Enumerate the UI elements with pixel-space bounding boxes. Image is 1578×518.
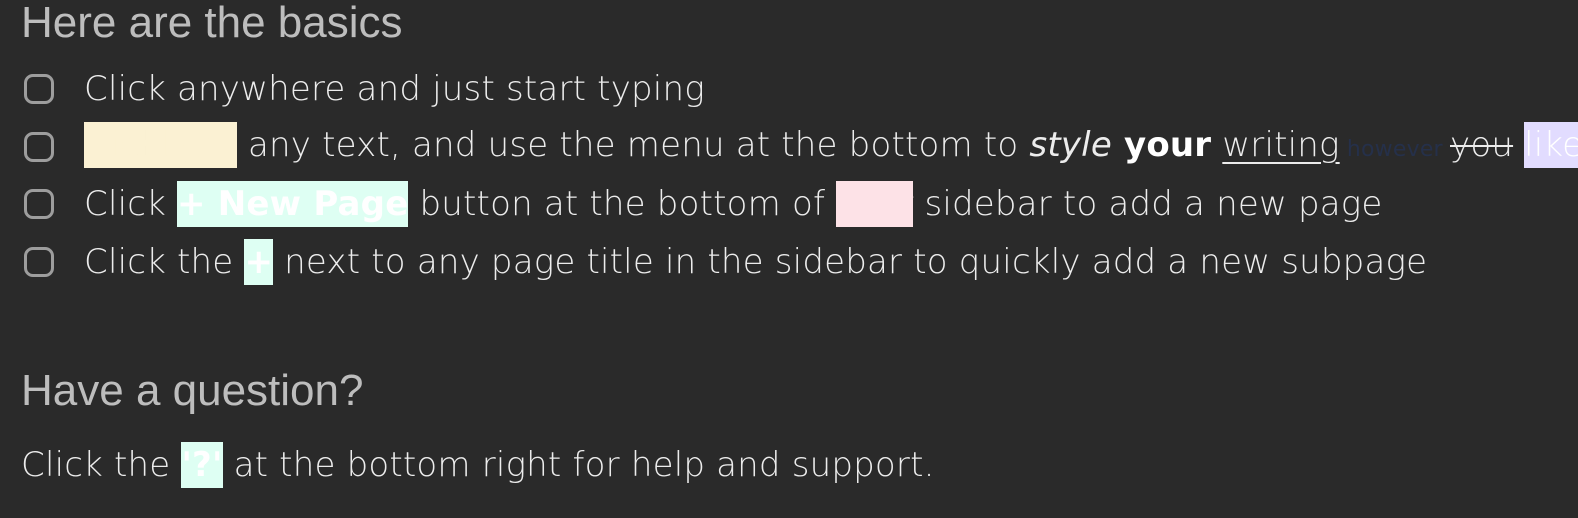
yellow-highlight: Highlight bbox=[84, 121, 237, 168]
todo-text[interactable]: Click + New Page button at the bottom of… bbox=[84, 180, 1383, 228]
basics-heading: Here are the basics bbox=[21, 0, 403, 47]
todo-text-space bbox=[1211, 125, 1222, 165]
todo-item: Click anywhere and just start typing bbox=[24, 65, 705, 113]
todo-checkbox[interactable] bbox=[24, 247, 54, 277]
todo-text[interactable]: Highlight any text, and use the menu at … bbox=[84, 121, 1578, 174]
question-heading: Have a question? bbox=[21, 366, 364, 415]
todo-text-segment: Click bbox=[84, 184, 178, 224]
todo-item: Click the + next to any page title in th… bbox=[24, 238, 1427, 286]
pink-highlight: your bbox=[836, 181, 914, 227]
underlined-text: writing bbox=[1222, 124, 1340, 165]
help-text-segment: at the bottom right for help and support… bbox=[222, 445, 935, 485]
todo-text-segment: sidebar to add a new page bbox=[913, 184, 1383, 224]
todo-checkbox[interactable] bbox=[24, 74, 54, 104]
add-subpage-button-reference: + bbox=[244, 239, 274, 285]
todo-text-space bbox=[1513, 125, 1524, 165]
strikethrough-text: you bbox=[1450, 124, 1514, 165]
todo-text-segment: any text, and use the menu at the bottom… bbox=[236, 124, 1030, 165]
todo-item: Click + New Page button at the bottom of… bbox=[24, 180, 1383, 228]
bold-text: your bbox=[1111, 124, 1212, 165]
new-page-button-reference: + New Page bbox=[177, 181, 409, 227]
help-button-reference: '?' bbox=[181, 442, 223, 488]
todo-item: Highlight any text, and use the menu at … bbox=[24, 121, 1578, 174]
todo-checkbox[interactable] bbox=[24, 189, 54, 219]
lavender-highlight: like bbox=[1524, 121, 1578, 168]
help-paragraph[interactable]: Click the '?' at the bottom right for he… bbox=[21, 441, 935, 489]
todo-text[interactable]: Click the + next to any page title in th… bbox=[84, 238, 1427, 286]
todo-checkbox[interactable] bbox=[24, 132, 54, 162]
todo-text-segment: Click the bbox=[84, 242, 245, 282]
small-colored-text: however bbox=[1339, 136, 1450, 162]
todo-text-segment: button at the bottom of bbox=[408, 184, 837, 224]
todo-text-segment: next to any page title in the sidebar to… bbox=[273, 242, 1428, 282]
todo-text[interactable]: Click anywhere and just start typing bbox=[84, 65, 705, 113]
help-text-segment: Click the bbox=[21, 445, 182, 485]
italic-text: style bbox=[1029, 124, 1112, 165]
